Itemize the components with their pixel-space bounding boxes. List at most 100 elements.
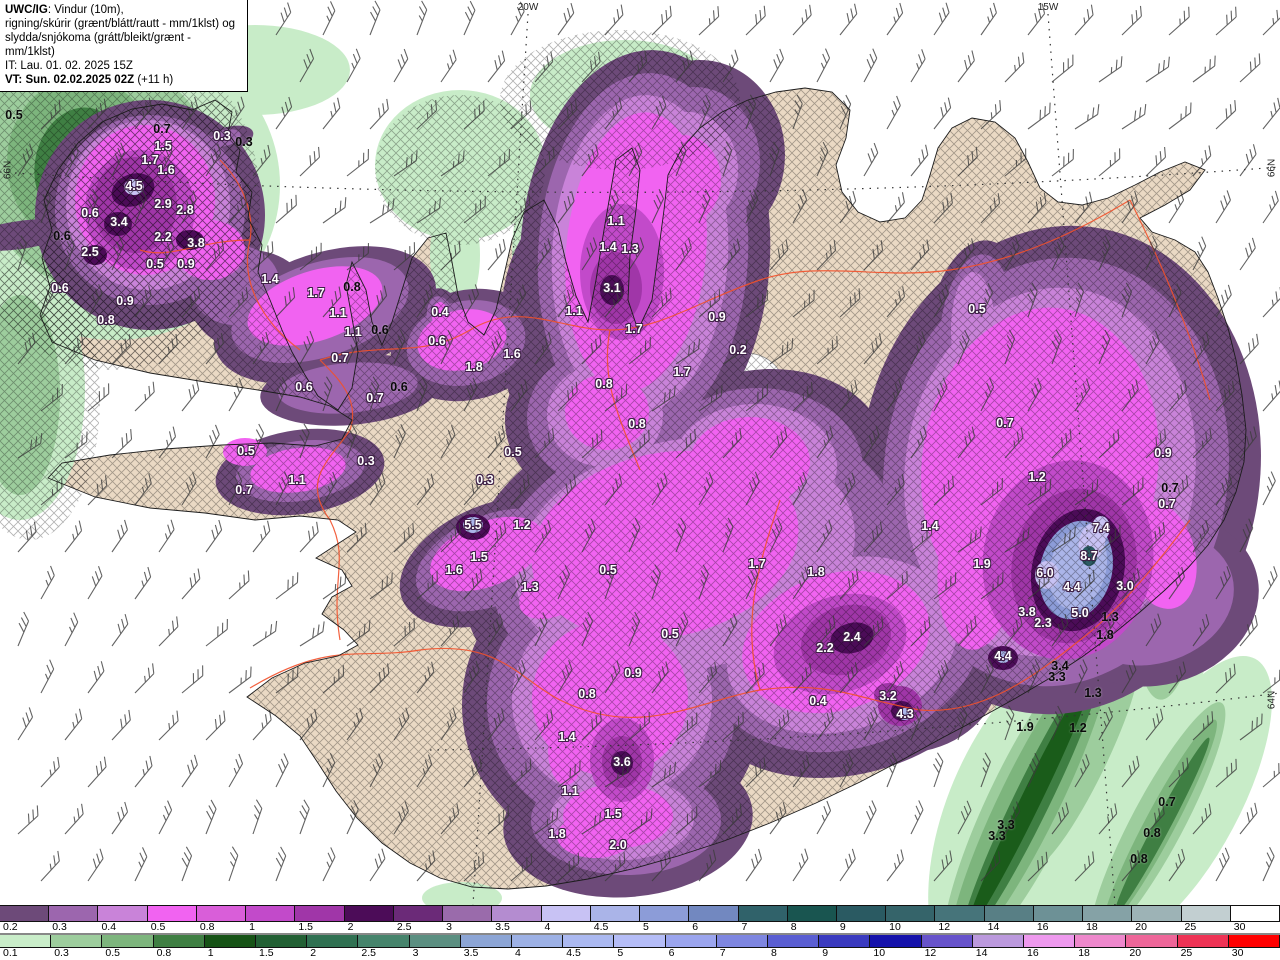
legend-cell [492, 906, 542, 921]
legend-tick-value: 9 [839, 921, 846, 933]
legend-cell [102, 935, 154, 947]
graticule-label-64n: 64N [1266, 690, 1278, 710]
legend-cell [0, 906, 50, 921]
legend-tick-value: 9 [822, 947, 829, 959]
graticule-label-66n: 66N [1266, 158, 1278, 178]
legend-tick-value: 0.3 [52, 921, 67, 933]
legend-tick-value: 16 [1027, 947, 1039, 959]
legend-cell [972, 935, 1025, 947]
legend-tick-value: 4 [515, 947, 521, 959]
legend-cell [716, 935, 769, 947]
legend-tick-value: 0.1 [3, 947, 18, 959]
legend-tick-value: 10 [889, 921, 901, 933]
legend-tick-value: 25 [1184, 921, 1197, 933]
legend-cell [512, 935, 564, 947]
legend-tick-value: 0.8 [156, 947, 172, 959]
legend-tick-value: 5 [617, 947, 624, 959]
legend-tick-value: 8 [771, 947, 777, 959]
legend-cell [787, 906, 837, 921]
legend-cell [819, 935, 871, 947]
legend-tick-value: 2 [310, 947, 317, 959]
legend-tick-value: 8 [790, 921, 797, 933]
legend-cell [1024, 935, 1076, 947]
legend-block: 0.2 0.3 0.4 0.5 0.8 1 1.5 2 2.5 3 3.5 4 4.5 5 6 7 8 9 10 12… [0, 905, 1280, 960]
legend-cell [98, 906, 148, 921]
legend-cell [1181, 906, 1231, 921]
legend-cell [590, 906, 641, 921]
legend-tick-value: 14 [975, 947, 988, 959]
map-area: 0.5 0.7 1.5 1.7 1.6 4.5 2.9 2.8 0.6 3.4 2.2 3.8 2.5 0… [0, 0, 1280, 905]
legend-tick-value: 6 [668, 947, 675, 959]
legend-tick-value: 10 [873, 947, 886, 959]
legend-cell [147, 906, 197, 921]
legend-tick-value: 1 [207, 947, 214, 959]
title-line-3: slydda/snjókoma (grátt/bleikt/grænt - mm… [5, 32, 191, 59]
legend-tick-value: 0.5 [150, 921, 166, 933]
legend-tick-value: 14 [987, 921, 1000, 933]
legend-cell [563, 935, 615, 947]
legend-tick-value: 30 [1231, 947, 1244, 959]
legend-tick-value: 5 [643, 921, 649, 933]
legend-cell [204, 935, 257, 947]
legend-cell [1126, 935, 1178, 947]
sleet-color-scale [0, 905, 1280, 922]
legend-tick-value: 30 [1233, 921, 1246, 933]
legend-tick-value: 3 [446, 921, 452, 933]
legend-tick-value: 1 [249, 921, 255, 933]
legend-cell [640, 906, 690, 921]
legend-tick-value: 20 [1135, 921, 1147, 933]
legend-tick-value: 4.5 [593, 921, 609, 933]
legend-cell [358, 935, 410, 947]
legend-cell [984, 906, 1034, 921]
legend-cell [51, 935, 103, 947]
legend-cell [1177, 935, 1229, 947]
graticule-label-20w: 20W [517, 2, 539, 13]
legend-tick-value: 7 [741, 921, 748, 933]
legend-tick-value: 1.5 [298, 921, 313, 933]
legend-cell [886, 906, 936, 921]
legend-cell [246, 906, 296, 921]
legend-tick-value: 4.5 [566, 947, 581, 959]
legend-cell [256, 935, 308, 947]
legend-cell [409, 935, 461, 947]
rain-color-scale [0, 933, 1280, 948]
legend-tick-value: 0.5 [105, 947, 120, 959]
legend-cell [1033, 906, 1084, 921]
legend-tick-value: 1.5 [259, 947, 274, 959]
legend-cell [307, 935, 359, 947]
legend-tick-value: 0.3 [54, 947, 69, 959]
title-line-2: rigning/skúrir (grænt/blátt/rautt - mm/1… [5, 18, 236, 31]
valid-time: VT: Sun. 02.02.2025 02Z (+11 h) [5, 74, 174, 87]
legend-cell [870, 935, 922, 947]
rain-scale-values: 0.1 0.3 0.5 0.8 1 1.5 2 2.5 3 3.5 4 4.5 5 6 7 8 9 10 12 14 1… [0, 947, 1280, 960]
legend-cell [768, 935, 820, 947]
legend-tick-value: 20 [1129, 947, 1142, 959]
legend-tick-value: 3.5 [495, 921, 510, 933]
legend-tick-value: 7 [719, 947, 726, 959]
legend-cell [689, 906, 739, 921]
legend-tick-value: 0.8 [199, 921, 215, 933]
legend-tick-value: 3.5 [463, 947, 479, 959]
graticule-label-15w: 15W [1037, 2, 1059, 13]
legend-cell [1228, 935, 1280, 947]
legend-cell [1083, 906, 1133, 921]
legend-tick-value: 0.2 [3, 921, 18, 933]
legend-cell [1230, 906, 1280, 921]
sleet-scale-values: 0.2 0.3 0.4 0.5 0.8 1 1.5 2 2.5 3 3.5 4 4.5 5 6 7 8 9 10 12… [0, 921, 1280, 933]
legend-tick-value: 2.5 [396, 921, 412, 933]
legend-cell [460, 935, 513, 947]
legend-cell [836, 906, 887, 921]
legend-tick-value: 2 [347, 921, 354, 933]
legend-cell [443, 906, 493, 921]
legend-tick-value: 18 [1078, 947, 1090, 959]
legend-cell [153, 935, 205, 947]
legend-tick-value: 12 [924, 947, 937, 959]
legend-cell [665, 935, 717, 947]
legend-cell [541, 906, 591, 921]
weather-map-page: 0.5 0.7 1.5 1.7 1.6 4.5 2.9 2.8 0.6 3.4 2.2 3.8 2.5 0… [0, 0, 1280, 960]
legend-cell [393, 906, 444, 921]
legend-tick-value: 18 [1086, 921, 1098, 933]
legend-tick-value: 4 [544, 921, 551, 933]
legend-cell [935, 906, 985, 921]
legend-tick-value: 0.4 [101, 921, 117, 933]
